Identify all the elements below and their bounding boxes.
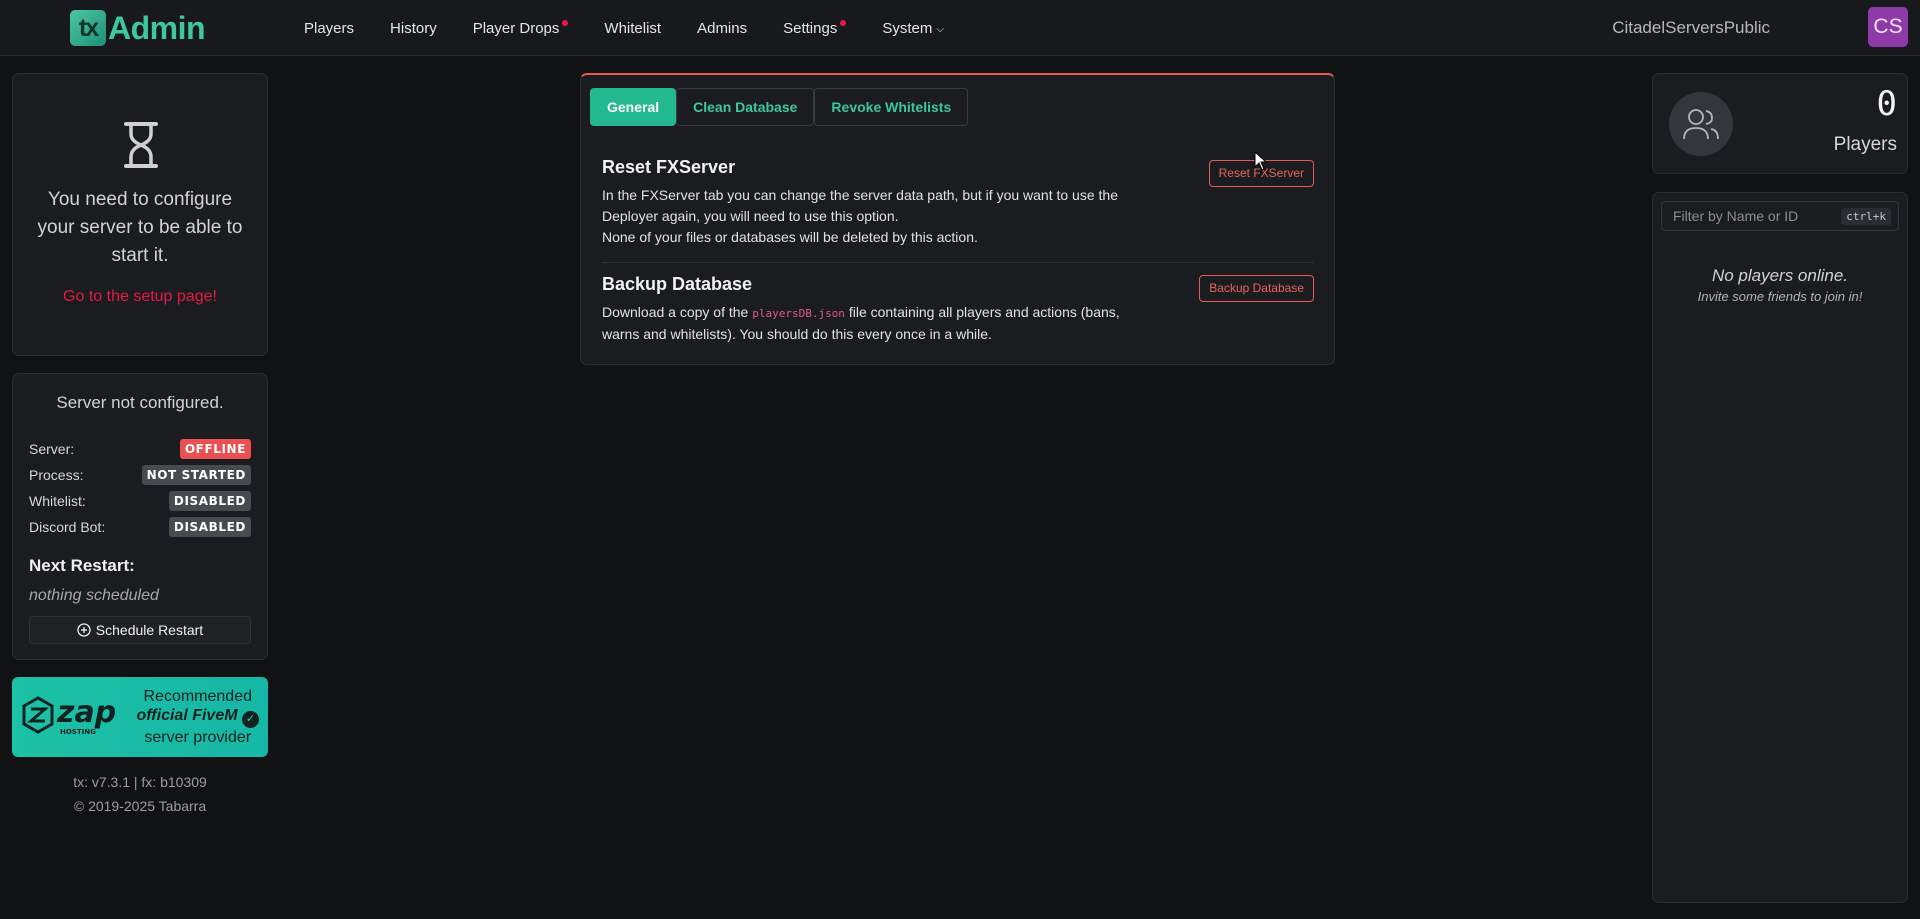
status-row-server: Server: OFFLINE <box>29 439 251 459</box>
reset-desc-line-1: In the FXServer tab you can change the s… <box>602 187 1118 224</box>
mouse-cursor-icon <box>1254 151 1268 171</box>
section-title: Reset FXServer <box>602 157 736 177</box>
version-info: tx: v7.3.1 | fx: b10309 <box>73 774 207 790</box>
txadmin-logo[interactable]: tx Admin <box>70 9 206 47</box>
nav-label: Admins <box>697 19 748 37</box>
section-description: In the FXServer tab you can change the s… <box>602 185 1142 248</box>
notification-dot <box>562 19 569 26</box>
status-label: Server: <box>29 441 75 457</box>
svg-text:HOSTING: HOSTING <box>60 728 96 736</box>
users-icon <box>1683 109 1719 140</box>
nav-label: Whitelist <box>604 19 662 37</box>
zap-hosting-logo: zap HOSTING <box>22 695 116 736</box>
top-navbar: tx Admin Players History Player Drops Wh… <box>0 0 1920 56</box>
nav-label: System <box>882 19 933 37</box>
server-status-title: Server not configured. <box>56 393 224 412</box>
nav-admins[interactable]: Admins <box>679 20 765 37</box>
chevron-down-icon: ⌵ <box>936 23 944 35</box>
copyright: © 2019-2025 Tabarra <box>73 798 207 814</box>
nav-history[interactable]: History <box>372 20 455 37</box>
settings-tabs: General Clean Database Revoke Whitelists <box>590 88 969 126</box>
next-restart-label: Next Restart: <box>29 556 135 575</box>
user-avatar[interactable]: CS <box>1868 7 1908 47</box>
nav-label: Settings <box>783 19 838 37</box>
players-count: 0 <box>1876 84 1897 124</box>
section-divider <box>602 262 1314 263</box>
status-badge: DISABLED <box>168 491 251 511</box>
tab-revoke-whitelists[interactable]: Revoke Whitelists <box>814 88 969 126</box>
notification-dot <box>840 19 847 26</box>
db-filename: playersDB.json <box>752 307 845 320</box>
hourglass-icon <box>124 122 158 168</box>
backup-database-button[interactable]: Backup Database <box>1199 275 1314 302</box>
setup-message: You need to configure your server to be … <box>37 189 243 266</box>
zap-line-1: Recommended <box>143 688 252 705</box>
invite-friends-message: Invite some friends to join in! <box>1697 289 1863 304</box>
section-description: Download a copy of the playersDB.json fi… <box>602 302 1142 345</box>
backup-desc-pre: Download a copy of the <box>602 304 753 320</box>
players-label: Players <box>1833 134 1897 155</box>
status-label: Whitelist: <box>29 493 86 509</box>
nav-players[interactable]: Players <box>286 20 372 37</box>
status-row-process: Process: NOT STARTED <box>29 465 251 485</box>
logo-text: Admin <box>108 9 206 46</box>
no-players-message: No players online. <box>1711 266 1849 285</box>
zap-hosting-banner[interactable]: zap HOSTING Recommended official FiveM ✓… <box>12 677 268 757</box>
player-list-card: ctrl+k No players online. Invite some fr… <box>1652 192 1908 903</box>
player-count-card: 0 Players <box>1652 73 1908 174</box>
go-to-setup-link[interactable]: Go to the setup page! <box>13 288 267 306</box>
reset-desc-line-2: None of your files or databases will be … <box>602 229 978 245</box>
next-restart-value: nothing scheduled <box>29 587 159 604</box>
verified-check-icon: ✓ <box>242 711 259 728</box>
setup-required-card: You need to configure your server to be … <box>12 73 268 356</box>
reset-fxserver-section: Reset FXServer In the FXServer tab you c… <box>602 157 1314 248</box>
status-badge: OFFLINE <box>179 439 251 459</box>
status-row-whitelist: Whitelist: DISABLED <box>29 491 251 511</box>
settings-system-card: General Clean Database Revoke Whitelists… <box>580 73 1335 365</box>
zap-line-2: official FiveM <box>136 707 238 724</box>
plus-circle-icon <box>77 623 91 637</box>
nav-label: Players <box>304 19 355 37</box>
nav-label: History <box>390 19 437 37</box>
nav-label: Player Drops <box>472 19 560 37</box>
status-label: Process: <box>29 467 84 483</box>
status-label: Discord Bot: <box>29 519 106 535</box>
zap-hosting-text: Recommended official FiveM ✓ server prov… <box>136 687 259 747</box>
backup-database-section: Backup Database Download a copy of the p… <box>602 274 1314 345</box>
status-badge: NOT STARTED <box>141 465 251 485</box>
svg-text:zap: zap <box>56 695 116 730</box>
nav-settings[interactable]: Settings <box>765 19 864 37</box>
nav-whitelist[interactable]: Whitelist <box>586 20 679 37</box>
user-name[interactable]: CitadelServersPublic <box>1612 18 1770 38</box>
server-status-card: Server not configured. Server: OFFLINE P… <box>12 373 268 660</box>
schedule-restart-label: Schedule Restart <box>95 622 204 638</box>
nav-system-dropdown[interactable]: System ⌵ <box>864 20 962 37</box>
tab-general[interactable]: General <box>590 88 677 126</box>
status-badge: DISABLED <box>168 517 251 537</box>
status-row-discord-bot: Discord Bot: DISABLED <box>29 517 251 537</box>
main-nav: Players History Player Drops Whitelist A… <box>286 0 962 56</box>
schedule-restart-button[interactable]: Schedule Restart <box>29 616 251 644</box>
shortcut-hint: ctrl+k <box>1841 208 1891 225</box>
zap-line-2-wrap: official FiveM ✓ <box>136 706 259 728</box>
nav-player-drops[interactable]: Player Drops <box>455 19 587 37</box>
users-icon-wrap <box>1669 92 1733 156</box>
zap-line-3: server provider <box>144 729 252 746</box>
tab-clean-database[interactable]: Clean Database <box>676 88 815 126</box>
logo-mark: tx <box>70 10 106 46</box>
